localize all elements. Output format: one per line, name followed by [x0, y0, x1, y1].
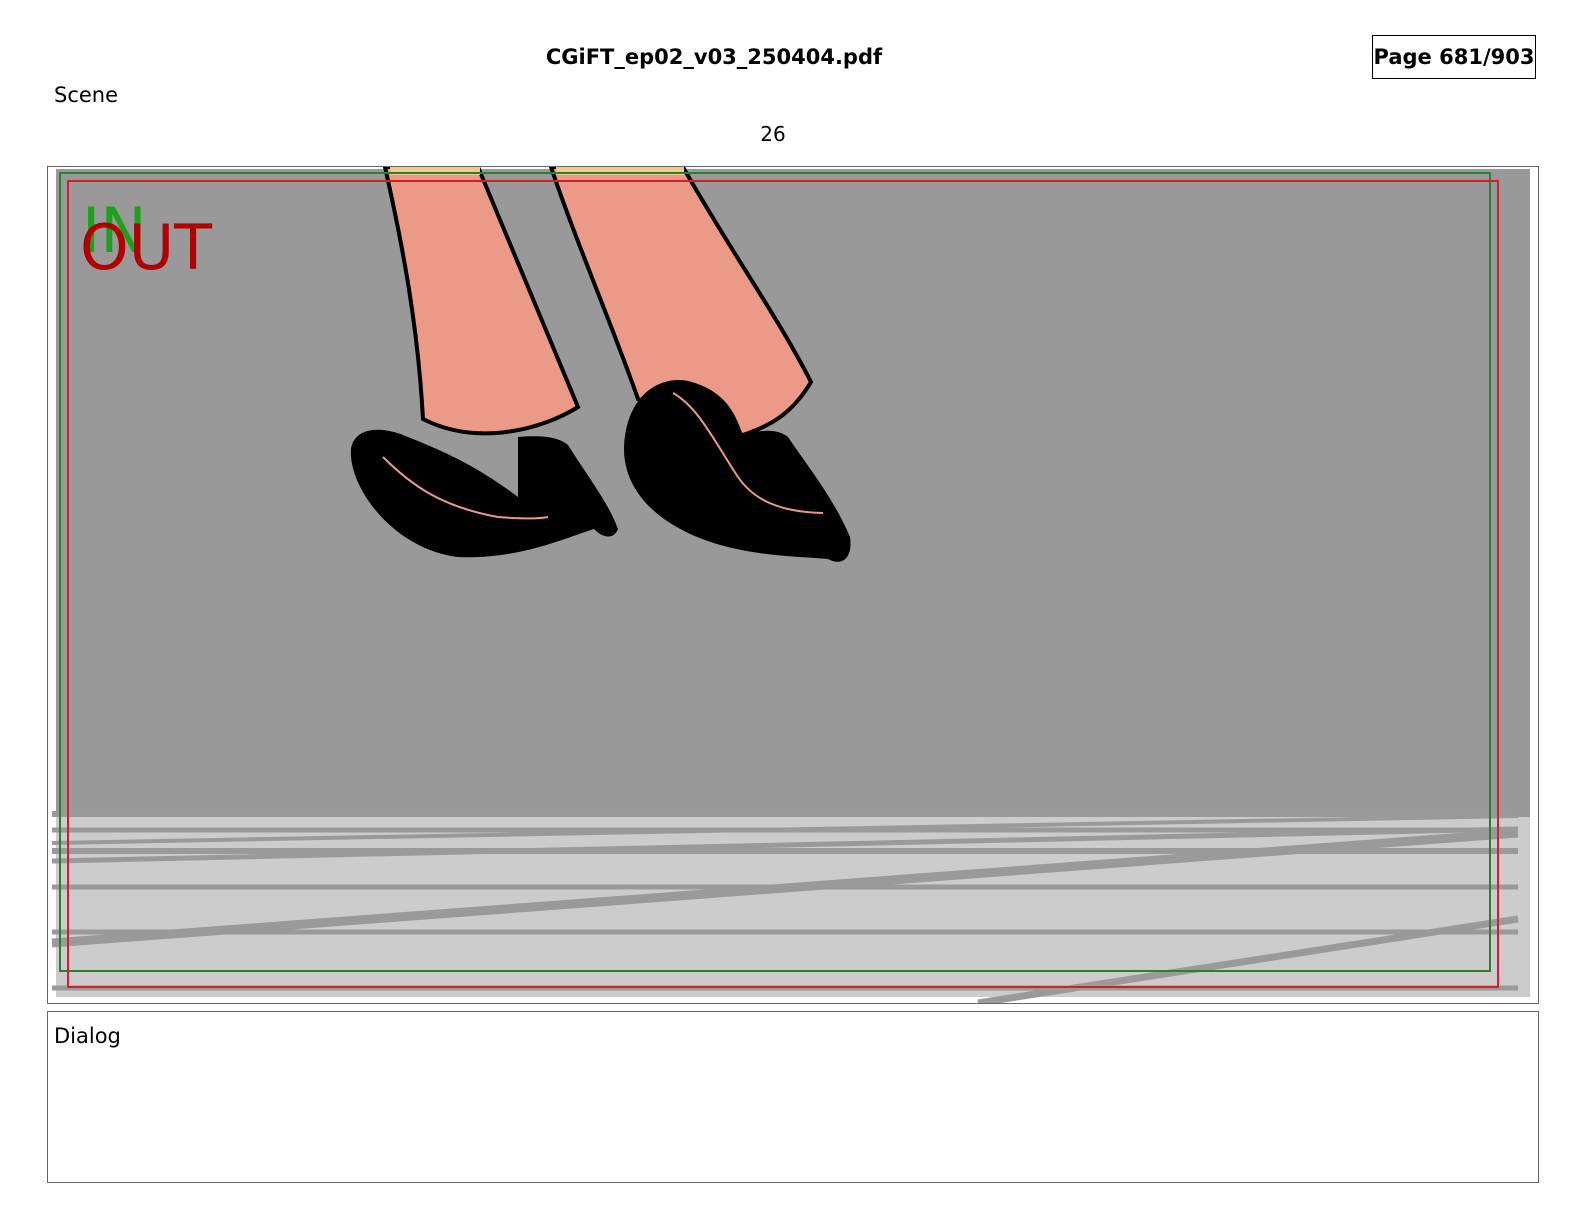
dialog-label: Dialog [54, 1024, 121, 1048]
scene-number: 26 [760, 122, 786, 146]
page-indicator: Page 681/903 [1372, 35, 1536, 79]
panel-artwork: IN OUT [51, 167, 1530, 1003]
dialog-box: Dialog [47, 1011, 1539, 1183]
document-title: CGiFT_ep02_v03_250404.pdf [545, 45, 883, 69]
scene-label: Scene [54, 83, 119, 107]
out-marker: OUT [80, 211, 213, 284]
storyboard-panel: IN OUT [47, 166, 1539, 1004]
